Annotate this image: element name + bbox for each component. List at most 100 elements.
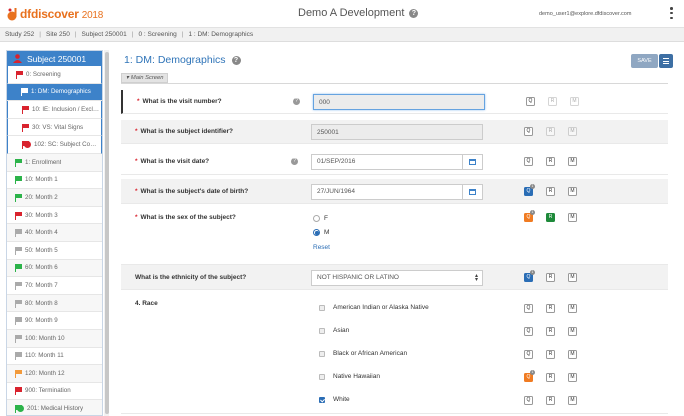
sidebar-item[interactable]: 110: Month 11 [7,348,102,366]
tab-main-screen[interactable]: ▾ Main Screen [121,73,169,83]
breadcrumb-site[interactable]: Site 250 [46,31,70,38]
metadata-button[interactable]: M [568,396,577,405]
breadcrumb-subject[interactable]: Subject 250001 [82,31,127,38]
sidebar-item[interactable]: 900: Termination [7,383,102,401]
visit-number-input[interactable]: 000 [313,94,485,110]
form-menu-icon[interactable] [659,54,673,68]
metadata-button[interactable]: M [568,272,577,282]
sidebar-item[interactable]: 90: Month 9 [7,312,102,330]
sidebar-item[interactable]: 201: Medical History [7,400,102,415]
query-button[interactable]: Q [524,304,533,313]
sidebar-item[interactable]: 20: Month 2 [7,189,102,207]
date-input[interactable]: 01/SEP/2016 [311,153,483,170]
query-button[interactable]: Q [524,127,533,136]
race-checkbox[interactable] [319,374,325,380]
radio-f[interactable] [313,215,320,222]
sidebar-item[interactable]: 1: DM: Demographics [7,83,102,102]
query-button[interactable]: Q [526,97,535,106]
save-button[interactable]: SAVE [631,54,658,68]
query-button[interactable]: Q [524,327,533,336]
red-flag-icon [15,387,22,396]
more-options-icon[interactable] [670,7,673,19]
grey-flag-icon [15,246,22,255]
study-help-icon[interactable]: ? [409,8,419,18]
reason-button[interactable]: R [546,304,555,313]
user-email[interactable]: demo_user1@explore.dfdiscover.com [539,11,631,17]
reason-button[interactable]: R [546,127,555,136]
sidebar-item[interactable]: 50: Month 5 [7,242,102,260]
sidebar-item[interactable]: 60: Month 6 [7,259,102,278]
reason-button[interactable]: R [546,373,555,382]
logo-year: 2018 [81,10,104,21]
reason-button[interactable]: R [546,186,555,196]
question-help-icon[interactable]: ? [291,157,298,165]
date-value: 27/JUN/1964 [317,188,355,195]
sidebar-item[interactable]: 30: Month 3 [7,207,102,225]
app-logo[interactable]: dfdiscover 2018 [6,5,103,23]
form-title: 1: DM: Demographics ? [124,54,241,66]
reason-button[interactable]: R [546,350,555,359]
race-checkbox[interactable] [319,328,325,334]
sidebar-item-label: 201: Medical History [27,405,84,413]
query-button[interactable]: Q [524,396,533,405]
reset-link[interactable]: Reset [313,244,330,251]
radio-m[interactable] [313,229,320,236]
sidebar-subject-header[interactable]: Subject 250001 [7,51,102,66]
radio-label: F [324,215,328,222]
top-bar: dfdiscover 2018 Demo A Development ? demo… [0,0,684,28]
sidebar-item-label: 0: Screening [26,70,61,78]
sidebar-item[interactable]: 10: Month 1 [7,172,102,190]
metadata-button[interactable]: M [568,373,577,382]
subject-id-input[interactable]: 250001 [311,124,483,140]
grey-flag-icon [15,299,22,308]
query-button[interactable]: Q [524,156,533,166]
sidebar-item-label: 900: Termination [25,387,71,395]
breadcrumb-study[interactable]: Study 252 [5,31,34,38]
metadata-button[interactable]: M [568,350,577,359]
sidebar-item[interactable]: 30: VS: Vital Signs [7,118,102,137]
sidebar-item[interactable]: 100: Month 10 [7,329,102,348]
sidebar-item[interactable]: 120: Month 12 [7,365,102,383]
metadata-button[interactable]: M [568,213,577,222]
race-checkbox[interactable] [319,397,325,403]
reason-button[interactable]: R [546,327,555,336]
sidebar-item-label: 30: VS: Vital Signs [32,123,84,131]
reason-button[interactable]: R [546,396,555,405]
metadata-button[interactable]: M [568,156,577,166]
ethnicity-select[interactable]: NOT HISPANIC OR LATINO ▴ ▾ [311,269,483,286]
query-button[interactable]: Q [524,350,533,359]
calendar-icon[interactable] [462,154,482,169]
study-title: Demo A Development ? [298,7,419,19]
metadata-button[interactable]: M [568,304,577,313]
sidebar-item[interactable]: 80: Month 8 [7,294,102,313]
breadcrumb-visit[interactable]: 0 : Screening [138,31,176,38]
metadata-button[interactable]: M [568,327,577,336]
sidebar-scrollbar[interactable] [104,50,109,416]
question-help-icon[interactable]: ? [293,98,300,105]
sidebar-item[interactable]: 1: Enrollment [7,153,102,172]
form-help-icon[interactable]: ? [231,55,241,65]
sidebar-item[interactable]: 10: IE: Inclusion / Exclusion [7,101,102,119]
sidebar-item[interactable]: 102: SC: Subject Completion [7,136,102,154]
sidebar-item[interactable]: 40: Month 4 [7,224,102,242]
sidebar-item-label: 10: IE: Inclusion / Exclusion [32,105,101,113]
race-checkbox[interactable] [319,351,325,357]
green-dot-flag-icon [15,405,24,414]
breadcrumb-form[interactable]: 1 : DM: Demographics [188,31,253,38]
metadata-button[interactable]: M [568,186,577,196]
calendar-icon[interactable] [462,184,482,199]
sidebar-item[interactable]: 0: Screening [7,66,102,84]
race-checkbox[interactable] [319,305,325,311]
date-input[interactable]: 27/JUN/1964 [311,183,483,200]
reason-button[interactable]: R [546,156,555,166]
grey-flag-icon [15,334,22,343]
sidebar-item[interactable]: 70: Month 7 [7,277,102,295]
reason-button[interactable]: R [546,213,555,222]
form-title-text: 1: DM: Demographics [124,54,226,66]
grey-flag-icon [15,229,22,238]
reason-button[interactable]: R [546,272,555,282]
metadata-button[interactable]: M [568,127,577,136]
green-flag-icon [15,158,22,167]
metadata-button[interactable]: M [570,97,579,106]
reason-button[interactable]: R [548,97,557,106]
